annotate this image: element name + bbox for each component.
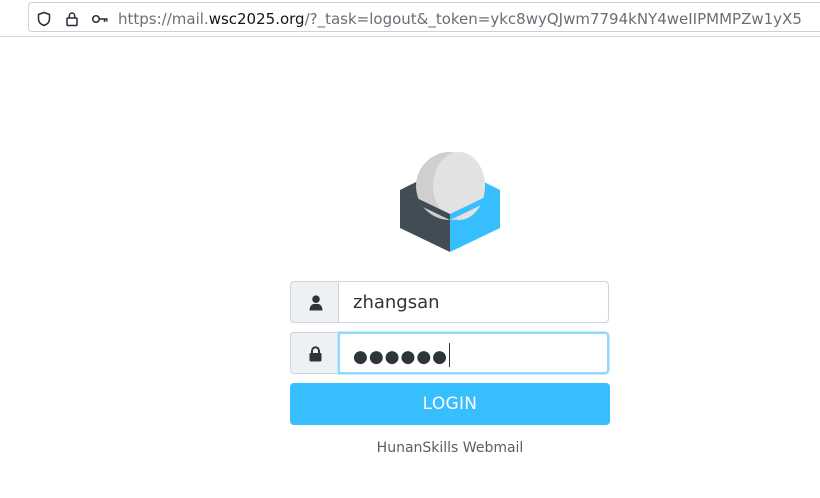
shield-icon[interactable] [36,11,52,27]
url-prefix: https://mail. [118,10,209,28]
password-dots: ●●●●●● [353,347,449,367]
username-input[interactable]: zhangsan [338,281,609,323]
address-bar[interactable]: https://mail.wsc2025.org/?_task=logout&_… [28,2,820,32]
roundcube-logo [396,150,504,254]
password-group: ●●●●●● [290,332,609,374]
url-path: /?_task=logout&_token=ykc8wyQJwm7794kNY4… [304,10,802,28]
url-domain: wsc2025.org [208,10,305,28]
lock-icon [309,346,322,362]
url-text[interactable]: https://mail.wsc2025.org/?_task=logout&_… [118,10,802,28]
password-input[interactable]: ●●●●●● [338,332,609,374]
login-button[interactable]: LOGIN [290,383,610,425]
browser-toolbar: https://mail.wsc2025.org/?_task=logout&_… [0,0,820,37]
lock-icon[interactable] [64,11,80,27]
key-icon[interactable] [91,12,109,28]
password-addon [290,332,339,374]
user-addon [290,281,339,323]
footer-text: HunanSkills Webmail [376,440,524,456]
user-icon [309,295,323,311]
username-group: zhangsan [290,281,609,323]
text-caret [449,343,451,367]
